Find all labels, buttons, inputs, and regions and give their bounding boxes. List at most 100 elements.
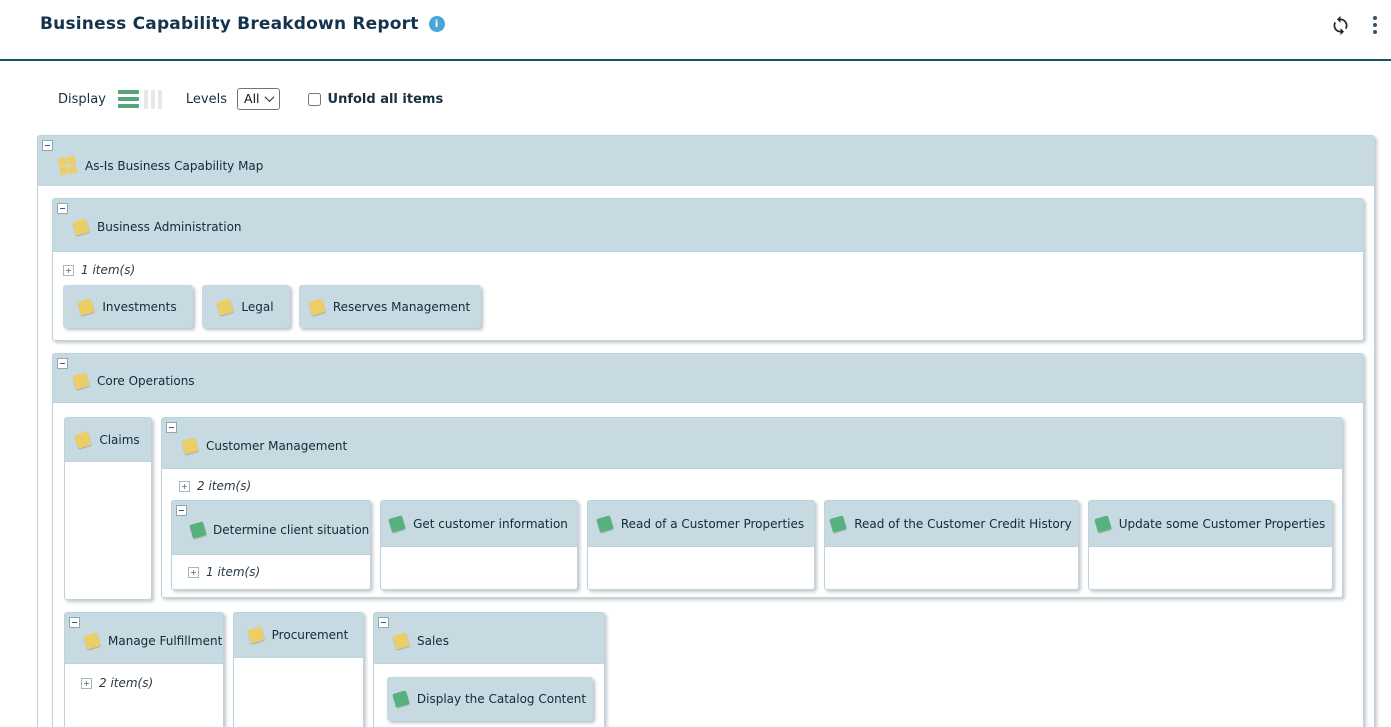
- sales-header[interactable]: Sales: [374, 613, 604, 663]
- items-note-text: 1 item(s): [81, 263, 135, 277]
- unfold-all-items-control: Unfold all items: [308, 92, 444, 107]
- determine-client-situation-box[interactable]: Determine client situation 1 item(s): [171, 500, 371, 590]
- refresh-icon[interactable]: [1330, 15, 1351, 36]
- empty-body: [825, 546, 1078, 589]
- capability-root-box[interactable]: As-Is Business Capability Map Business A…: [37, 135, 1375, 727]
- title-wrap: Business Capability Breakdown Report i: [40, 14, 445, 34]
- read-of-the-customer-credit-history-header[interactable]: Read of the Customer Credit History: [825, 501, 1078, 546]
- capability-label: Business Administration: [97, 220, 242, 234]
- core-operations-box[interactable]: Core Operations Claims: [52, 353, 1364, 727]
- display-rows-icon[interactable]: [118, 90, 139, 108]
- read-of-a-customer-properties-header[interactable]: Read of a Customer Properties: [588, 501, 814, 546]
- get-customer-information-header[interactable]: Get customer information: [381, 501, 577, 546]
- capability-label: Read of the Customer Credit History: [854, 517, 1072, 531]
- items-note-text: 2 item(s): [197, 479, 251, 493]
- kebab-menu-icon[interactable]: [1369, 14, 1381, 36]
- capability-map-icon: [58, 156, 77, 175]
- customer-management-header[interactable]: Customer Management: [162, 418, 1342, 468]
- capability-label: Legal: [241, 300, 273, 314]
- capability-label: Read of a Customer Properties: [621, 517, 804, 531]
- capability-icon-green: [392, 690, 409, 707]
- expand-icon[interactable]: [179, 481, 190, 492]
- capability-icon: [308, 298, 325, 315]
- collapse-icon[interactable]: [166, 422, 177, 433]
- levels-label: Levels: [186, 92, 227, 107]
- capability-label: Sales: [417, 634, 449, 648]
- capability-label: Display the Catalog Content: [417, 692, 586, 706]
- procurement-body: [234, 657, 363, 727]
- manage-fulfillment-header[interactable]: Manage Fulfillment: [65, 613, 223, 663]
- expand-icon[interactable]: [188, 567, 199, 578]
- manage-fulfillment-box[interactable]: Manage Fulfillment 2 item(s): [64, 612, 224, 727]
- capability-icon: [72, 372, 89, 389]
- chevron-down-icon: [264, 92, 274, 102]
- core-operations-body: Claims Customer Management: [53, 402, 1363, 727]
- page-title: Business Capability Breakdown Report: [40, 14, 419, 34]
- top-bar: Business Capability Breakdown Report i: [0, 0, 1391, 61]
- read-of-a-customer-properties-box[interactable]: Read of a Customer Properties: [587, 500, 815, 590]
- empty-body: [381, 546, 577, 589]
- update-some-customer-properties-header[interactable]: Update some Customer Properties: [1089, 501, 1332, 546]
- capability-root-header[interactable]: As-Is Business Capability Map: [38, 136, 1374, 186]
- collapse-icon[interactable]: [176, 505, 187, 516]
- collapse-icon[interactable]: [69, 617, 80, 628]
- unfold-checkbox[interactable]: [308, 93, 321, 106]
- capability-label: Core Operations: [97, 374, 195, 388]
- business-administration-header[interactable]: Business Administration: [53, 199, 1363, 251]
- collapse-icon[interactable]: [57, 203, 68, 214]
- children-row: Manage Fulfillment 2 item(s): [64, 612, 1343, 727]
- unfold-label: Unfold all items: [328, 92, 444, 107]
- capability-icon-green: [830, 515, 847, 532]
- items-note: 1 item(s): [63, 263, 1353, 277]
- manage-fulfillment-body: 2 item(s): [65, 663, 223, 727]
- capability-label: Determine client situation: [213, 523, 369, 537]
- get-customer-information-box[interactable]: Get customer information: [380, 500, 578, 590]
- capability-leaf-investments[interactable]: Investments: [63, 285, 193, 328]
- determine-client-situation-header[interactable]: Determine client situation: [172, 501, 370, 554]
- items-note: 2 item(s): [179, 479, 1333, 493]
- claims-header[interactable]: Claims: [65, 418, 151, 461]
- capability-icon-green: [189, 521, 206, 538]
- display-the-catalog-content-leaf[interactable]: Display the Catalog Content: [387, 677, 593, 721]
- determine-client-situation-body: 1 item(s): [172, 554, 370, 589]
- expand-icon[interactable]: [63, 265, 74, 276]
- display-columns-icon[interactable]: [144, 90, 162, 109]
- capability-label: As-Is Business Capability Map: [85, 159, 263, 173]
- procurement-box[interactable]: Procurement: [233, 612, 364, 727]
- claims-box[interactable]: Claims: [64, 417, 152, 600]
- info-icon[interactable]: i: [429, 16, 445, 32]
- procurement-header[interactable]: Procurement: [234, 613, 363, 657]
- empty-body: [1089, 546, 1332, 589]
- collapse-icon[interactable]: [42, 140, 53, 151]
- levels-selected-value: All: [244, 91, 260, 106]
- read-of-the-customer-credit-history-box[interactable]: Read of the Customer Credit History: [824, 500, 1079, 590]
- levels-select[interactable]: All: [237, 88, 280, 110]
- collapse-icon[interactable]: [57, 358, 68, 369]
- items-note: 1 item(s): [188, 565, 260, 579]
- expand-icon[interactable]: [81, 678, 92, 689]
- capability-icon: [217, 298, 234, 315]
- collapse-icon[interactable]: [378, 617, 389, 628]
- children-row: Determine client situation 1 item(s): [171, 500, 1333, 590]
- capability-leaf-legal[interactable]: Legal: [202, 285, 290, 328]
- sales-box[interactable]: Sales Display the Catalog Content: [373, 612, 605, 727]
- capability-icon: [75, 431, 92, 448]
- children-row: Investments Legal Reserves Management: [63, 285, 1353, 328]
- items-note: 2 item(s): [81, 676, 223, 690]
- capability-label: Procurement: [272, 628, 349, 642]
- capability-icon: [247, 626, 264, 643]
- customer-management-box[interactable]: Customer Management 2 item(s): [161, 417, 1343, 598]
- customer-management-body: 2 item(s) De: [162, 468, 1342, 597]
- items-note-text: 1 item(s): [206, 565, 260, 579]
- capability-leaf-reserves-management[interactable]: Reserves Management: [299, 285, 481, 328]
- update-some-customer-properties-box[interactable]: Update some Customer Properties: [1088, 500, 1333, 590]
- business-administration-box[interactable]: Business Administration 1 item(s) Invest…: [52, 198, 1364, 341]
- capability-icon: [181, 437, 198, 454]
- core-operations-header[interactable]: Core Operations: [53, 354, 1363, 402]
- capability-map-canvas: As-Is Business Capability Map Business A…: [37, 135, 1375, 727]
- topbar-actions: [1330, 14, 1381, 36]
- business-administration-body: 1 item(s) Investments Legal: [53, 251, 1363, 340]
- capability-label: Claims: [99, 433, 139, 447]
- capability-icon-green: [388, 515, 405, 532]
- claims-body: [65, 461, 151, 599]
